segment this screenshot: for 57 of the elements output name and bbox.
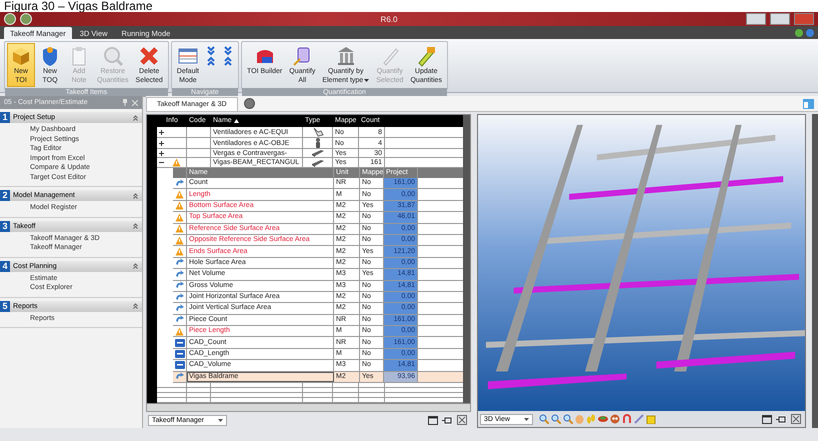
- pointer-icon: [312, 127, 324, 137]
- scrollbar[interactable]: [146, 404, 471, 412]
- app-icon[interactable]: [4, 13, 16, 25]
- pin-icon: [122, 99, 128, 106]
- close-icon: [457, 415, 467, 425]
- layout-icon: [803, 98, 814, 108]
- magnet-icon: [622, 414, 632, 424]
- collapse-icon: [133, 192, 138, 198]
- formula-icon: [175, 178, 184, 188]
- sort-icon: [234, 119, 239, 123]
- pin-icon: [442, 416, 453, 424]
- expand-icon: [159, 130, 164, 134]
- collapse-icon: [133, 114, 138, 120]
- magnifier-icon: [538, 414, 549, 424]
- close-icon: [132, 100, 138, 106]
- caret-icon: [218, 418, 224, 422]
- window-icon: [762, 414, 772, 424]
- close-icon: [791, 414, 801, 424]
- chevrons-icon: [222, 45, 233, 67]
- maximize-button[interactable]: [770, 13, 790, 25]
- caret-icon: [524, 418, 529, 420]
- beam-icon: [310, 158, 324, 166]
- footprints-icon: [586, 414, 596, 424]
- box-icon: [10, 45, 32, 67]
- add-tab-icon[interactable]: [244, 98, 255, 109]
- chevrons-icon: [206, 45, 216, 67]
- minimize-button[interactable]: [746, 13, 766, 25]
- tree-cell[interactable]: [157, 149, 187, 157]
- caret-icon: [364, 79, 370, 83]
- scrollbar[interactable]: [463, 115, 470, 403]
- figure-caption: Figura 30 – Vigas Baldrame: [0, 0, 818, 12]
- beam-icon: [310, 149, 324, 157]
- collapse-icon: [133, 223, 138, 229]
- disc-icon: [598, 415, 608, 423]
- quick-access-icon[interactable]: [20, 13, 32, 25]
- expand-icon: [159, 140, 164, 146]
- pencil-icon: [634, 414, 644, 424]
- window-icon: [428, 416, 438, 424]
- help-icon[interactable]: [806, 28, 814, 36]
- tree-cell[interactable]: [157, 127, 187, 137]
- collapse-icon: [133, 263, 138, 269]
- cube-icon: [646, 414, 656, 424]
- pin-icon: [776, 416, 787, 422]
- warning-icon: [172, 158, 181, 167]
- magnifier-icon: [562, 414, 573, 424]
- magnifier-icon: [102, 45, 124, 67]
- formula-icon: [175, 372, 184, 382]
- tree-cell[interactable]: [157, 158, 187, 167]
- magnifier-icon: [550, 414, 561, 424]
- expand-icon: [159, 150, 164, 156]
- status-icon[interactable]: [795, 28, 803, 36]
- figure-icon: [314, 138, 322, 148]
- tree-cell[interactable]: [157, 138, 187, 148]
- window-title: R6.0: [380, 14, 398, 24]
- collapse-icon: [159, 160, 164, 165]
- delete-icon: [138, 45, 160, 67]
- collapse-icon: [133, 303, 138, 309]
